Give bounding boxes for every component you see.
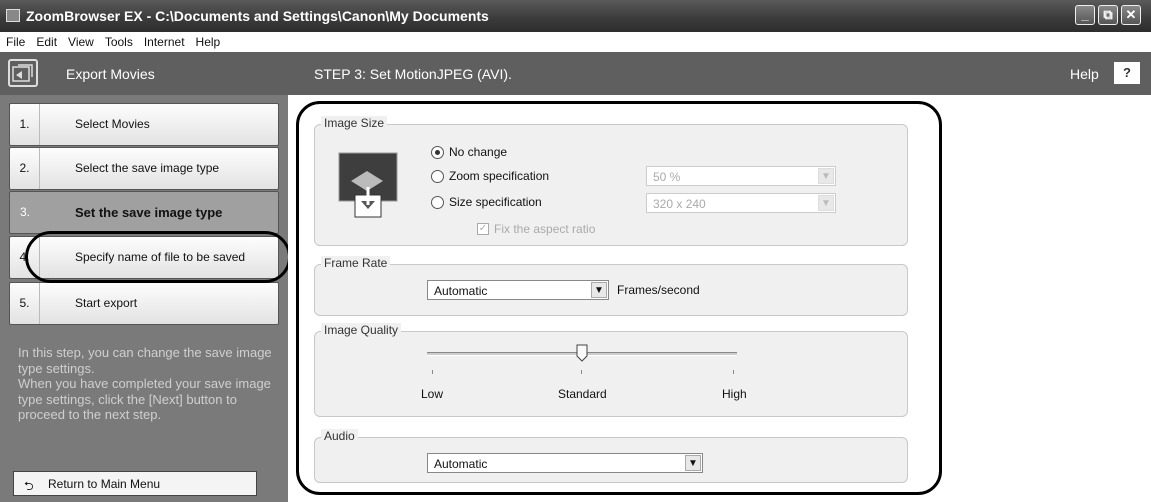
- step-number: 3.: [19, 205, 30, 219]
- export-movies-icon: [8, 59, 38, 87]
- menu-tools[interactable]: Tools: [99, 32, 138, 49]
- step-2-button[interactable]: 2. Select the save image type: [9, 147, 279, 190]
- menu-file[interactable]: File: [0, 32, 30, 49]
- return-arrow-icon: ⮌: [24, 479, 34, 493]
- step-1-button[interactable]: 1. Select Movies: [9, 103, 279, 146]
- step-number: 1.: [10, 104, 40, 145]
- step-4-highlight-oval: [25, 231, 291, 283]
- menu-view[interactable]: View: [62, 32, 99, 49]
- window-title: ZoomBrowser EX - C:\Documents and Settin…: [26, 8, 489, 24]
- step-title: STEP 3: Set MotionJPEG (AVI).: [314, 66, 512, 82]
- help-button[interactable]: ?: [1114, 62, 1140, 84]
- settings-highlight-outline: [296, 101, 942, 495]
- step-5-button[interactable]: 5. Start export: [9, 282, 279, 325]
- step-description: In this step, you can change the save im…: [18, 345, 272, 422]
- close-button[interactable]: ✕: [1121, 5, 1141, 25]
- step-number: 5.: [10, 283, 40, 324]
- return-to-main-menu-button[interactable]: ⮌ Return to Main Menu: [13, 471, 257, 496]
- title-bar: ZoomBrowser EX - C:\Documents and Settin…: [0, 0, 1151, 32]
- minimize-button[interactable]: _: [1075, 5, 1095, 25]
- header-bar: Export Movies STEP 3: Set MotionJPEG (AV…: [0, 52, 1151, 95]
- step-3-button[interactable]: 3. Set the save image type: [9, 191, 279, 234]
- step-label: Set the save image type: [75, 205, 223, 220]
- step-label: Select Movies: [75, 117, 150, 131]
- menu-bar: File Edit View Tools Internet Help: [0, 32, 1151, 52]
- section-title: Export Movies: [66, 66, 155, 82]
- zoombrowser-app-icon: [6, 9, 20, 22]
- sidebar: 1. Select Movies 2. Select the save imag…: [0, 95, 291, 502]
- help-label: Help: [1070, 66, 1099, 82]
- return-label: Return to Main Menu: [48, 477, 161, 491]
- step-label: Start export: [75, 296, 138, 310]
- restore-button[interactable]: ⧉: [1098, 5, 1118, 25]
- menu-help[interactable]: Help: [190, 32, 226, 49]
- menu-internet[interactable]: Internet: [138, 32, 190, 49]
- step-label: Select the save image type: [75, 161, 220, 175]
- step-number: 2.: [10, 148, 40, 189]
- menu-edit[interactable]: Edit: [30, 32, 62, 49]
